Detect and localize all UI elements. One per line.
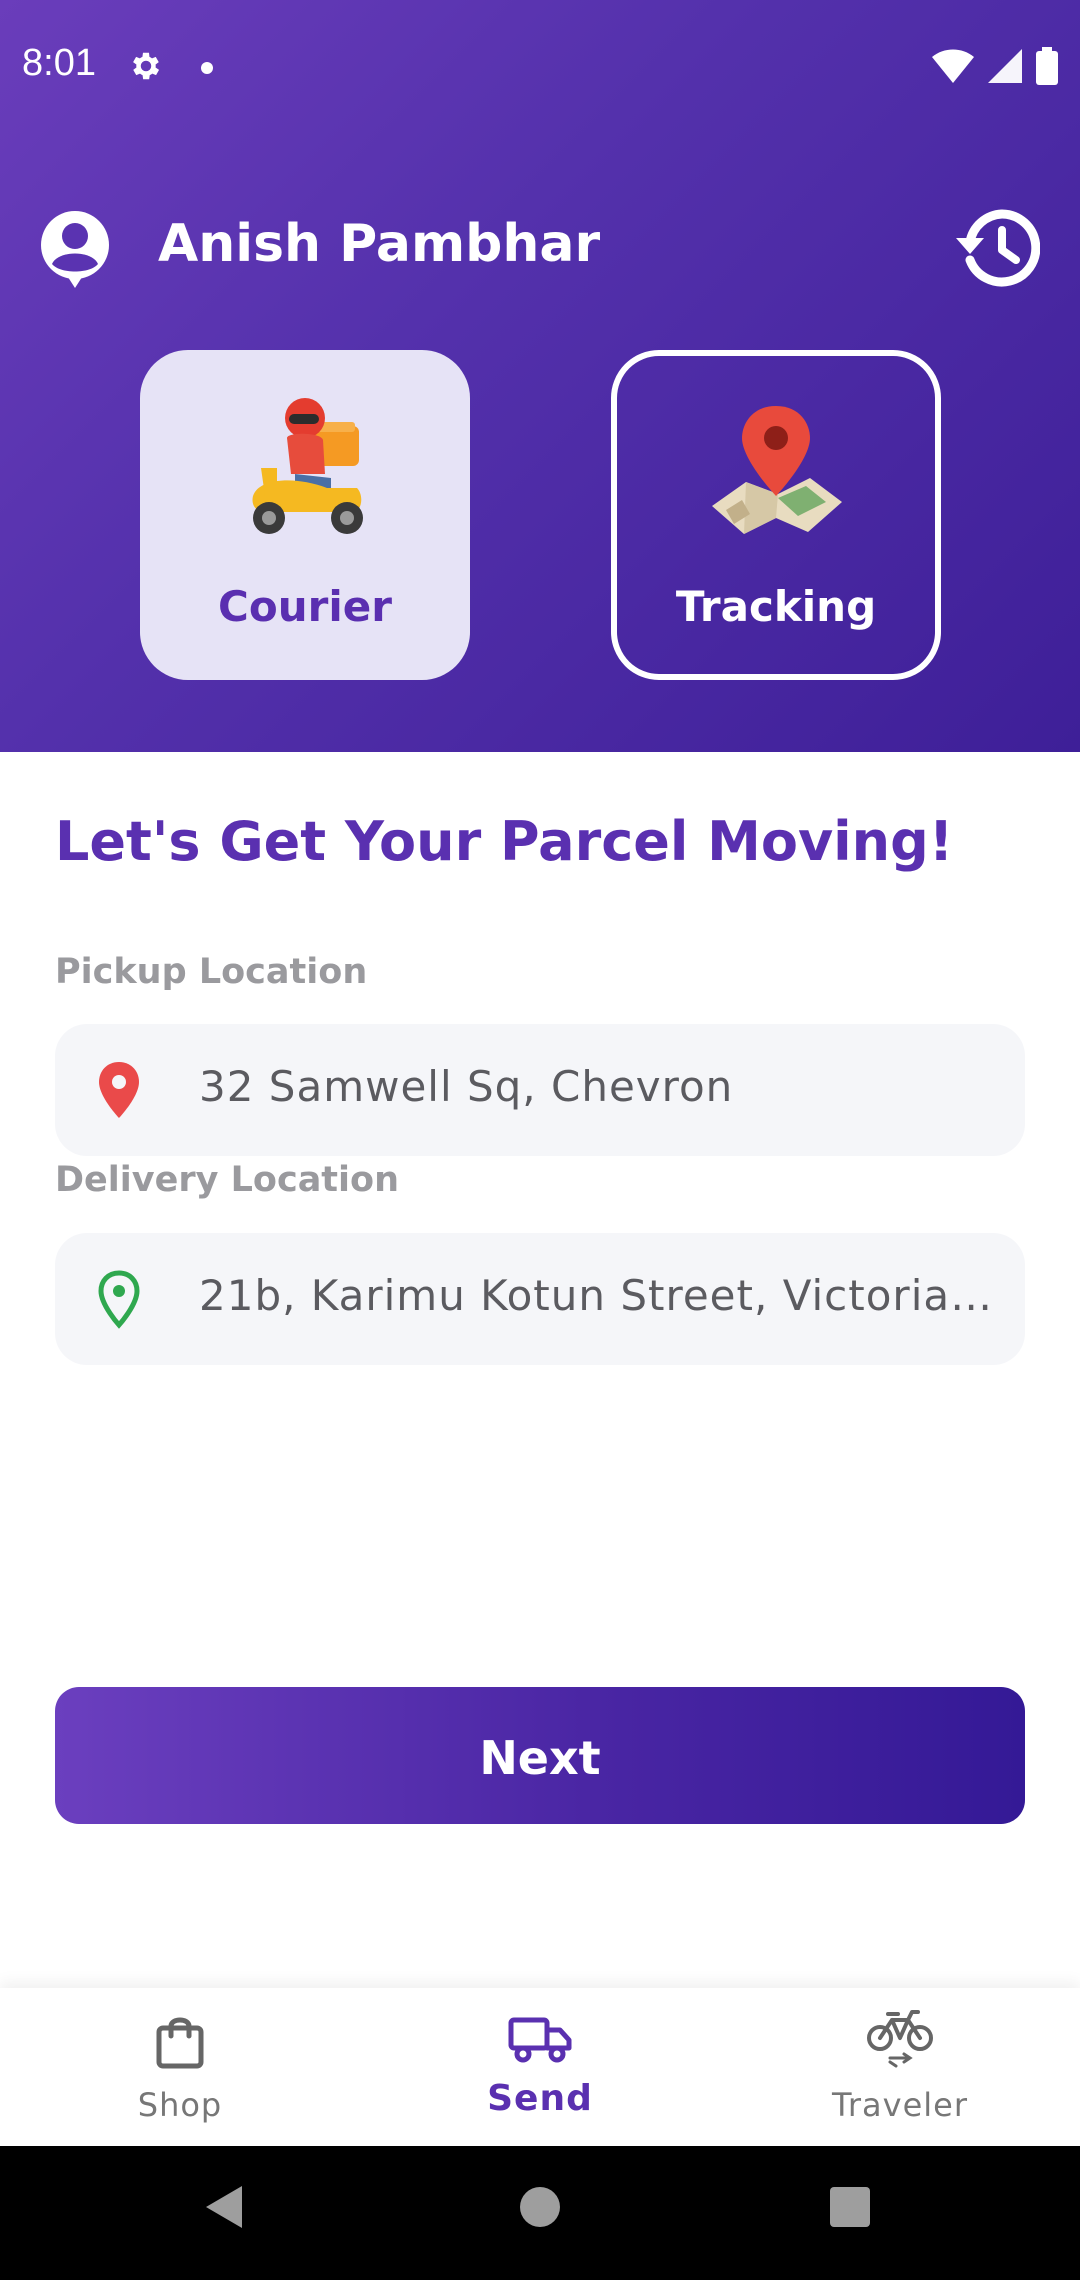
user-avatar-icon[interactable] [38, 208, 112, 288]
notification-dot-icon [201, 62, 213, 74]
battery-icon [1036, 47, 1058, 85]
back-icon[interactable] [202, 2182, 246, 2232]
next-button[interactable]: Next [55, 1687, 1025, 1824]
nav-item-shop[interactable]: Shop [0, 1988, 360, 2146]
next-button-label: Next [479, 1731, 601, 1785]
bicycle-icon [867, 2010, 933, 2068]
page-headline: Let's Get Your Parcel Moving! [55, 810, 954, 873]
recents-icon[interactable] [828, 2182, 872, 2232]
nav-label-send: Send [487, 2078, 593, 2119]
tracking-tile-label: Tracking [675, 582, 877, 631]
pickup-location-field[interactable]: 32 Samwell Sq, Chevron [55, 1024, 1025, 1156]
nav-label-shop: Shop [137, 2086, 223, 2124]
status-indicators [932, 46, 1058, 86]
pickup-location-value: 32 Samwell Sq, Chevron [199, 1062, 734, 1111]
pickup-pin-icon [99, 1062, 139, 1118]
bottom-nav: Shop Send Traveler [0, 1988, 1080, 2146]
map-pin-icon [712, 406, 842, 534]
tracking-tile[interactable]: Tracking [611, 350, 941, 680]
nav-label-traveler: Traveler [832, 2086, 968, 2124]
user-row: Anish Pambhar [38, 204, 1042, 288]
delivery-location-field[interactable]: 21b, Karimu Kotun Street, Victoria Islan… [55, 1233, 1025, 1365]
status-time: 8:01 [22, 42, 96, 84]
wifi-icon [932, 49, 974, 83]
history-icon[interactable] [954, 208, 1040, 288]
delivery-pin-icon [98, 1270, 140, 1329]
cell-signal-icon [988, 49, 1022, 83]
nav-item-send[interactable]: Send [360, 1988, 720, 2146]
header-banner: 8:01 Anish Pambhar Courier Tracking [0, 0, 1080, 752]
scooter-courier-icon [252, 398, 363, 534]
user-name: Anish Pambhar [158, 214, 601, 274]
system-nav-bar [0, 2146, 1080, 2280]
courier-tile[interactable]: Courier [140, 350, 470, 680]
courier-tile-label: Courier [218, 582, 392, 631]
home-icon[interactable] [518, 2182, 562, 2232]
delivery-location-label: Delivery Location [55, 1160, 400, 1200]
status-bar: 8:01 [0, 0, 1080, 136]
shopping-bag-icon [156, 2017, 204, 2069]
delivery-location-value: 21b, Karimu Kotun Street, Victoria Islan… [199, 1271, 999, 1320]
settings-gear-icon [133, 52, 160, 80]
nav-item-traveler[interactable]: Traveler [720, 1988, 1080, 2146]
truck-icon [508, 2017, 572, 2063]
pickup-location-label: Pickup Location [55, 952, 368, 992]
